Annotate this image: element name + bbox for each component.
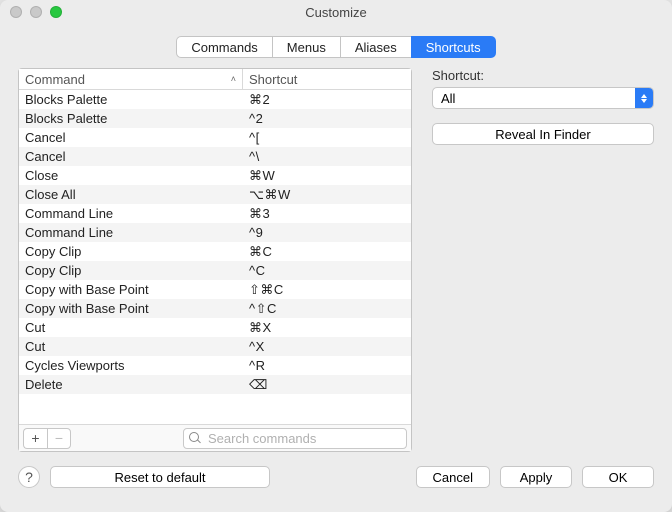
cell-command: Cut	[19, 339, 243, 354]
table-header: Command ˄ Shortcut	[19, 69, 411, 90]
search-input[interactable]	[183, 428, 407, 449]
tab-segmented-control: Commands Menus Aliases Shortcuts	[176, 36, 495, 58]
cell-shortcut: ^C	[243, 263, 411, 278]
cell-command: Copy Clip	[19, 244, 243, 259]
table-row[interactable]: Cut⌘X	[19, 318, 411, 337]
cell-shortcut: ^[	[243, 130, 411, 145]
cell-shortcut: ⌘W	[243, 168, 411, 184]
table-row[interactable]: Copy Clip⌘C	[19, 242, 411, 261]
table-row[interactable]: Delete⌫	[19, 375, 411, 394]
shortcut-filter-label: Shortcut:	[432, 68, 654, 83]
cell-command: Copy Clip	[19, 263, 243, 278]
table-row[interactable]: Close⌘W	[19, 166, 411, 185]
select-stepper-icon	[635, 88, 653, 108]
cell-command: Blocks Palette	[19, 92, 243, 107]
cell-command: Command Line	[19, 225, 243, 240]
table-footer: + −	[19, 424, 411, 451]
table-row[interactable]: Cancel^[	[19, 128, 411, 147]
table-row[interactable]: Command Line⌘3	[19, 204, 411, 223]
tab-shortcuts[interactable]: Shortcuts	[411, 36, 496, 58]
cell-command: Copy with Base Point	[19, 301, 243, 316]
window-zoom-icon[interactable]	[50, 6, 62, 18]
cell-command: Close All	[19, 187, 243, 202]
table-row[interactable]: Copy Clip^C	[19, 261, 411, 280]
shortcut-filter-select[interactable]: All	[432, 87, 654, 109]
table-row[interactable]: Cancel^\	[19, 147, 411, 166]
cell-shortcut: ^2	[243, 111, 411, 126]
tab-menus[interactable]: Menus	[272, 36, 340, 58]
cell-command: Cancel	[19, 149, 243, 164]
window-traffic-lights	[10, 6, 62, 18]
table-row[interactable]: Copy with Base Point^⇧C	[19, 299, 411, 318]
cell-shortcut: ⌥⌘W	[243, 187, 411, 203]
reveal-in-finder-button[interactable]: Reveal In Finder	[432, 123, 654, 145]
cell-command: Cycles Viewports	[19, 358, 243, 373]
window-title: Customize	[0, 5, 672, 20]
table-row[interactable]: Copy with Base Point⇧⌘C	[19, 280, 411, 299]
cell-shortcut: ^9	[243, 225, 411, 240]
table-body: Blocks Palette⌘2Blocks Palette^2Cancel^[…	[19, 90, 411, 424]
search-icon	[189, 432, 201, 444]
cell-shortcut: ⌘C	[243, 244, 411, 260]
cell-command: Cut	[19, 320, 243, 335]
apply-button[interactable]: Apply	[500, 466, 572, 488]
tab-bar: Commands Menus Aliases Shortcuts	[0, 24, 672, 68]
cell-shortcut: ^⇧C	[243, 301, 411, 317]
cell-shortcut: ⌫	[243, 377, 411, 393]
table-row[interactable]: Blocks Palette⌘2	[19, 90, 411, 109]
tab-aliases[interactable]: Aliases	[340, 36, 411, 58]
cell-shortcut: ⌘3	[243, 206, 411, 222]
cell-shortcut: ^R	[243, 358, 411, 373]
dialog-footer: ? Reset to default Cancel Apply OK	[0, 452, 672, 502]
cell-command: Delete	[19, 377, 243, 392]
table-row[interactable]: Blocks Palette^2	[19, 109, 411, 128]
search-field	[183, 428, 407, 449]
table-row[interactable]: Cycles Viewports^R	[19, 356, 411, 375]
cancel-button[interactable]: Cancel	[416, 466, 490, 488]
window-minimize-icon[interactable]	[30, 6, 42, 18]
column-header-shortcut[interactable]: Shortcut	[243, 69, 411, 89]
ok-button[interactable]: OK	[582, 466, 654, 488]
tab-commands[interactable]: Commands	[176, 36, 271, 58]
cell-command: Copy with Base Point	[19, 282, 243, 297]
cell-command: Close	[19, 168, 243, 183]
cell-command: Cancel	[19, 130, 243, 145]
reset-button[interactable]: Reset to default	[50, 466, 270, 488]
table-row[interactable]: Cut^X	[19, 337, 411, 356]
shortcuts-table-container: Command ˄ Shortcut Blocks Palette⌘2Block…	[18, 68, 412, 452]
help-button[interactable]: ?	[18, 466, 40, 488]
cell-shortcut: ^X	[243, 339, 411, 354]
table-row[interactable]: Close All⌥⌘W	[19, 185, 411, 204]
sort-ascending-icon: ˄	[231, 74, 236, 84]
table-row[interactable]: Command Line^9	[19, 223, 411, 242]
side-panel: Shortcut: All Reveal In Finder	[412, 68, 654, 452]
cell-shortcut: ⌘2	[243, 92, 411, 108]
add-remove-group: + −	[23, 428, 71, 449]
cell-shortcut: ⌘X	[243, 320, 411, 336]
remove-button[interactable]: −	[47, 428, 71, 449]
window-close-icon[interactable]	[10, 6, 22, 18]
cell-shortcut: ^\	[243, 149, 411, 164]
cell-command: Blocks Palette	[19, 111, 243, 126]
titlebar: Customize	[0, 0, 672, 24]
cell-shortcut: ⇧⌘C	[243, 282, 411, 298]
column-header-command[interactable]: Command ˄	[19, 69, 243, 89]
cell-command: Command Line	[19, 206, 243, 221]
table-row[interactable]	[19, 394, 411, 413]
add-button[interactable]: +	[23, 428, 47, 449]
